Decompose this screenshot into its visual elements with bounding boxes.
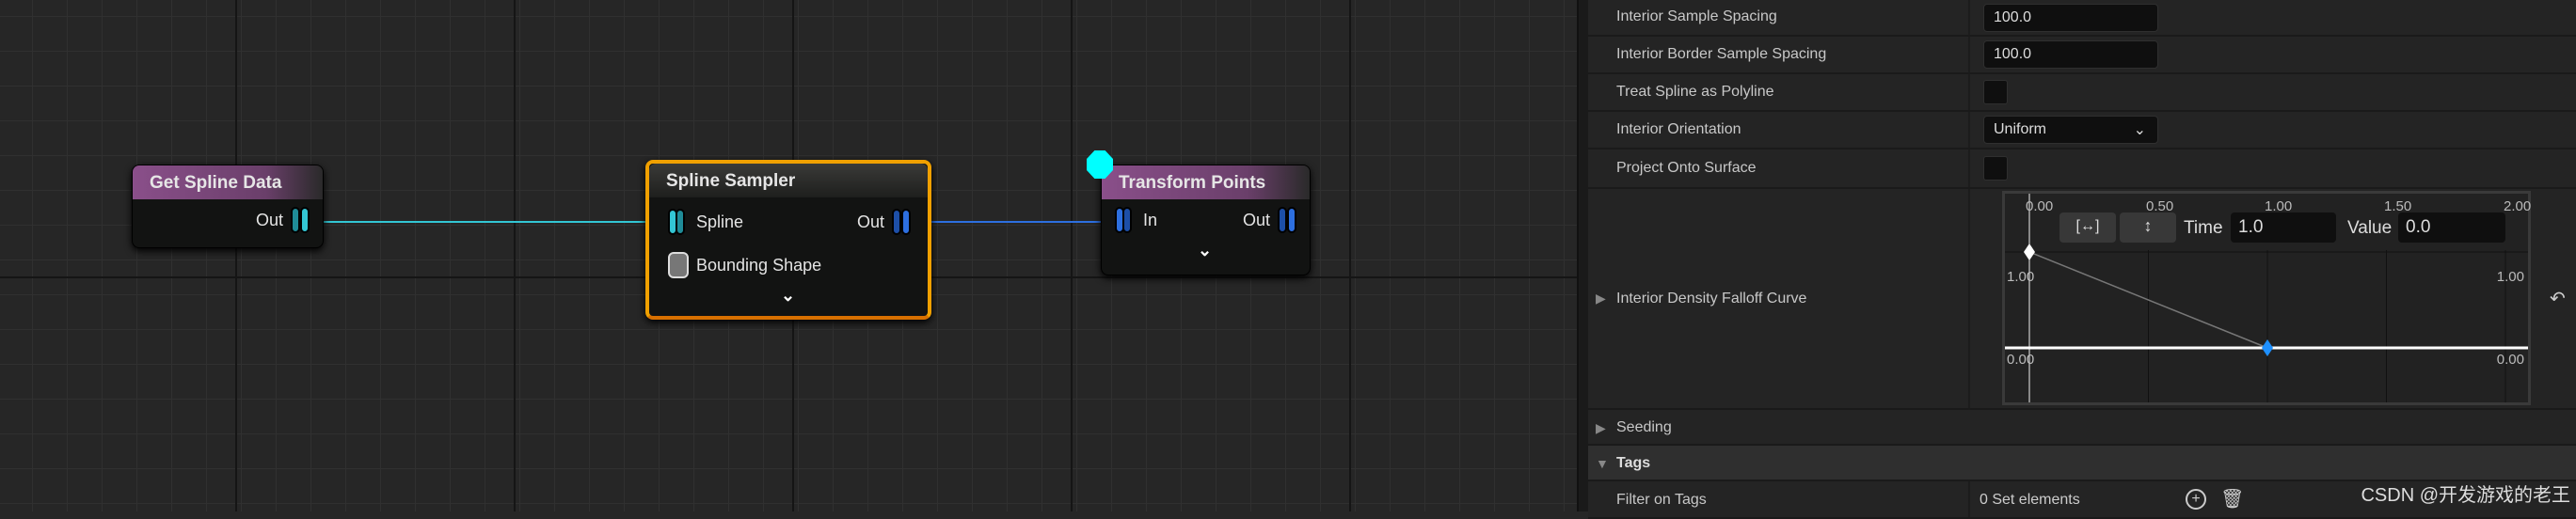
points-pin-icon (892, 209, 913, 235)
curve-key (2024, 244, 2035, 260)
row-label: Interior Density Falloff Curve (1616, 291, 1807, 307)
wire-points (931, 221, 1103, 223)
section-label: Seeding (1616, 419, 1672, 435)
pin-label: In (1143, 210, 1158, 229)
watermark: CSDN @开发游戏的老王 (2361, 485, 2570, 506)
section-label: Tags (1616, 455, 1651, 471)
pin-out[interactable]: Out (1243, 207, 1298, 233)
fit-horizontal-button[interactable]: [↔] (2059, 212, 2116, 243)
reset-to-default-icon[interactable]: ↶ (2550, 287, 2566, 310)
fit-vertical-button[interactable]: ↕ (2120, 212, 2176, 243)
interior-sample-spacing-input[interactable]: 100.0 (1983, 4, 2158, 32)
expand-arrow-icon[interactable]: ▶ (1596, 291, 1606, 307)
points-pin-icon (1115, 207, 1136, 233)
row-interior-density-falloff-curve: ▶ Interior Density Falloff Curve 0.00 0.… (1588, 189, 2576, 410)
set-elements-count: 0 Set elements (1980, 492, 2080, 508)
dropdown-value: Uniform (1994, 121, 2047, 137)
details-panel: Interior Sample Spacing 100.0 Interior B… (1577, 0, 2576, 519)
node-get-spline-data[interactable]: Get Spline Data Out (132, 165, 324, 248)
row-interior-orientation: Interior Orientation Uniform ⌄ (1588, 112, 2576, 149)
row-project-onto-surface: Project Onto Surface (1588, 149, 2576, 189)
row-label: Interior Orientation (1616, 121, 1741, 137)
value-input[interactable]: 0.0 (2398, 212, 2505, 243)
pin-bounding-shape[interactable]: Bounding Shape (668, 252, 821, 278)
expand-chevron-icon[interactable]: ⌄ (781, 286, 795, 306)
interior-orientation-dropdown[interactable]: Uniform ⌄ (1983, 116, 2158, 144)
value-label: Value (2347, 218, 2393, 238)
row-label: Filter on Tags (1616, 492, 1707, 508)
wire-spline (324, 221, 649, 223)
collapse-arrow-icon[interactable]: ▼ (1596, 456, 1609, 471)
section-seeding[interactable]: ▶ Seeding (1588, 410, 2576, 446)
node-spline-sampler[interactable]: Spline Sampler Spline Out Bounding Shape… (645, 160, 931, 320)
pin-out[interactable]: Out (857, 209, 913, 235)
pin-label: Bounding Shape (696, 255, 822, 275)
pin-out[interactable]: Out (256, 207, 311, 233)
curve-key (2262, 339, 2273, 356)
row-label: Interior Sample Spacing (1616, 8, 1777, 24)
node-title: Get Spline Data (133, 165, 323, 199)
expand-chevron-icon[interactable]: ⌄ (1198, 241, 1212, 260)
trash-icon[interactable]: 🗑 (2220, 487, 2244, 511)
row-interior-border-sample-spacing: Interior Border Sample Spacing 100.0 (1588, 37, 2576, 74)
chevron-down-icon: ⌄ (2133, 122, 2146, 138)
time-label: Time (2184, 218, 2223, 238)
x-tick: 0.00 (2026, 198, 2054, 214)
row-interior-sample-spacing: Interior Sample Spacing 100.0 (1588, 0, 2576, 37)
project-onto-surface-checkbox[interactable] (1983, 156, 2008, 181)
section-tags[interactable]: ▼ Tags (1588, 446, 2576, 481)
graph-canvas[interactable]: Get Spline Data Out Spline Sampler Splin… (0, 0, 1577, 511)
row-treat-spline-as-polyline: Treat Spline as Polyline (1588, 74, 2576, 112)
curve-editor[interactable]: 0.00 0.50 1.00 1.50 2.00 1.00 1.00 0.00 … (2002, 191, 2531, 405)
row-label: Project Onto Surface (1616, 160, 1757, 176)
node-transform-points[interactable]: Transform Points In Out ⌄ (1101, 165, 1311, 275)
time-input[interactable]: 1.0 (2231, 212, 2336, 243)
node-title: Spline Sampler (649, 164, 928, 197)
row-label: Treat Spline as Polyline (1616, 84, 1774, 100)
interior-border-sample-spacing-input[interactable]: 100.0 (1983, 40, 2158, 69)
pin-label: Spline (696, 212, 744, 231)
expand-arrow-icon[interactable]: ▶ (1596, 420, 1606, 436)
pin-label: Out (255, 210, 283, 229)
add-element-icon[interactable]: + (2186, 489, 2206, 510)
points-pin-icon (1278, 207, 1298, 233)
pin-label: Out (856, 212, 884, 231)
shape-pin-icon (668, 252, 689, 278)
y-label: 0.00 (2496, 352, 2524, 368)
spline-pin-icon (291, 207, 311, 233)
row-label: Interior Border Sample Spacing (1616, 46, 1827, 62)
y-label: 1.00 (2496, 269, 2524, 285)
x-tick: 2.00 (2504, 198, 2532, 214)
node-title: Transform Points (1102, 165, 1310, 199)
y-label: 1.00 (2007, 269, 2035, 285)
y-label: 0.00 (2007, 352, 2035, 368)
spline-pin-icon (668, 209, 689, 235)
pin-spline[interactable]: Spline (668, 209, 743, 235)
pin-label: Out (1242, 210, 1270, 229)
pin-in[interactable]: In (1115, 207, 1157, 233)
treat-spline-as-polyline-checkbox[interactable] (1983, 80, 2008, 104)
